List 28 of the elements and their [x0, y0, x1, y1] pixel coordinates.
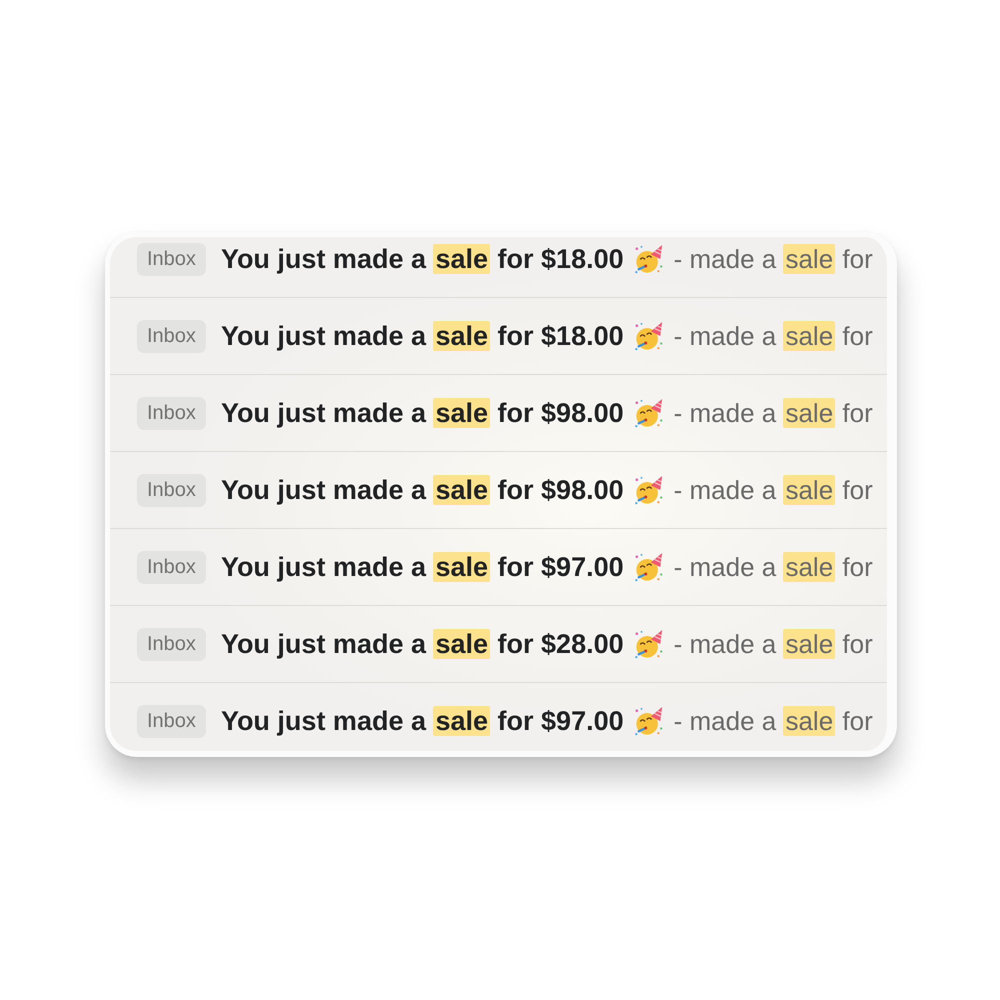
inbox-label: Inbox	[137, 320, 206, 352]
email-subject[interactable]: You just made a sale for $97.00	[220, 552, 624, 582]
email-subject[interactable]: You just made a sale for $98.00	[220, 398, 624, 428]
party-face-icon	[634, 321, 664, 351]
party-face-icon	[634, 552, 664, 582]
email-snippet[interactable]: - made a sale for	[674, 398, 873, 428]
party-face-icon	[634, 475, 664, 505]
inbox-label: Inbox	[137, 474, 206, 506]
email-snippet[interactable]: - made a sale for	[674, 244, 873, 274]
inbox-label: Inbox	[137, 242, 206, 276]
party-face-icon	[634, 244, 664, 274]
email-snippet[interactable]: - made a sale for	[674, 628, 873, 660]
email-snippet[interactable]: - made a sale for	[674, 552, 873, 582]
email-snippet[interactable]: - made a sale for	[674, 706, 873, 736]
email-subject[interactable]: You just made a sale for $98.00	[220, 474, 624, 506]
email-subject[interactable]: You just made a sale for $18.00	[220, 244, 624, 274]
party-face-icon	[634, 398, 664, 428]
inbox-label: Inbox	[137, 550, 206, 584]
party-face-icon	[634, 706, 664, 736]
email-subject[interactable]: You just made a sale for $28.00	[220, 628, 624, 660]
party-face-icon	[634, 629, 664, 659]
email-subject[interactable]: You just made a sale for $97.00	[220, 706, 624, 736]
email-subject[interactable]: You just made a sale for $18.00	[220, 320, 624, 352]
email-snippet[interactable]: - made a sale for	[674, 474, 873, 506]
email-snippet[interactable]: - made a sale for	[674, 320, 873, 352]
inbox-label: Inbox	[137, 396, 206, 430]
inbox-label: Inbox	[137, 628, 206, 660]
inbox-label: Inbox	[137, 704, 206, 738]
